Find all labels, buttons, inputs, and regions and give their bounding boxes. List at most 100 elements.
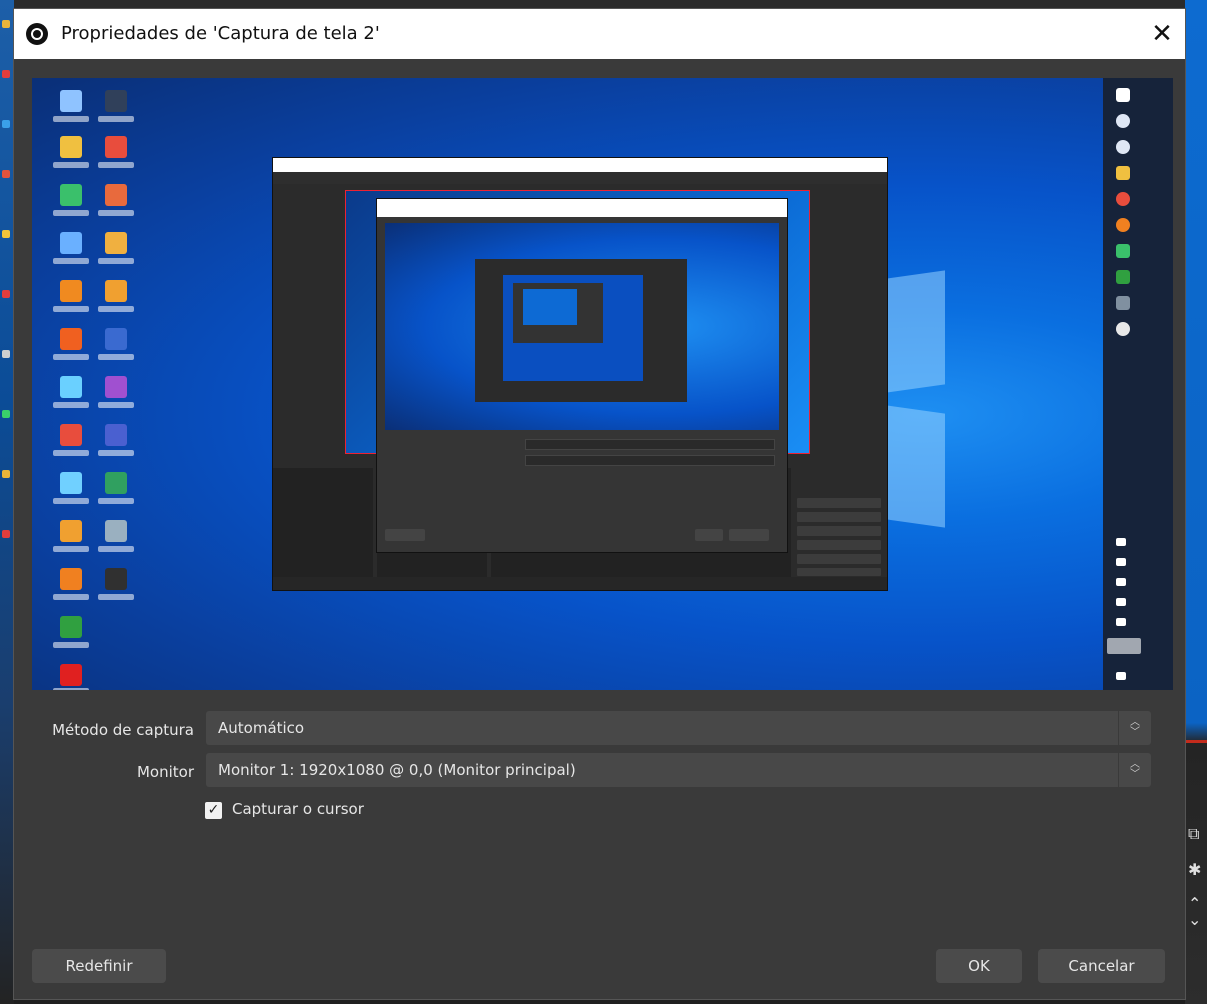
background-bottom-strip [14,1000,1185,1004]
desktop-icon [60,664,82,686]
nested-control-button [797,498,881,508]
nested-control-button [797,554,881,564]
desktop-icon [60,184,82,206]
nested-button [695,529,723,541]
gear-icon: ✱ [1188,860,1202,879]
capture-cursor-checkbox[interactable]: ✓ [205,802,222,819]
desktop-icon [105,136,127,158]
desktop-icon [60,472,82,494]
chrome-icon [1116,192,1130,206]
close-button[interactable]: ✕ [1139,9,1185,59]
chevron-up-down-icon: ︿ ﹀ [1118,753,1151,787]
desktop-icon-fragment [2,20,10,28]
desktop-icon-fragment [2,230,10,238]
desktop-icon [60,232,82,254]
desktop-icon-fragment [2,470,10,478]
desktop-icon [105,90,127,112]
dock-icon: ⧉ [1188,824,1200,843]
desktop-icon-fragment [2,70,10,78]
chevron-down-icon: ⌄ [1188,910,1202,929]
nested-dialog-preview [385,223,779,430]
title-bar: Propriedades de 'Captura de tela 2' ✕ [14,9,1185,59]
desktop-icon [105,232,127,254]
nested-control-button [797,526,881,536]
window-title: Propriedades de 'Captura de tela 2' [61,23,380,44]
nested-control-button [797,568,881,576]
background-desktop-left [0,0,14,1004]
desktop-icon-fragment [2,410,10,418]
capture-method-label: Método de captura [52,721,194,739]
nested-obs-window [273,158,887,590]
obs-taskbar-icon [1116,322,1130,336]
tray-icon [1116,578,1126,586]
desktop-icon-fragment [2,530,10,538]
nested-title-bar [273,158,887,172]
desktop-icon [60,424,82,446]
app-icon [1116,296,1130,310]
nested-control-button [797,540,881,550]
desktop-icon [60,568,82,590]
desktop-icon [60,90,82,112]
nested-button [729,529,769,541]
nested-scenes-panel [273,468,373,577]
start-icon [1116,88,1130,102]
nested-menu-bar [273,172,887,184]
firefox-icon [1116,218,1130,232]
task-view-icon [1116,140,1130,154]
desktop-icon [105,520,127,542]
desktop-icon [60,280,82,302]
tray-icon [1116,618,1126,626]
nested-combo [525,439,775,450]
background-red-line [1185,740,1207,743]
nested-deeper-preview [523,289,577,325]
capture-method-select[interactable]: Automático ︿ ﹀ [206,711,1151,745]
taskbar-clock [1107,638,1141,654]
desktop-capture-preview [32,78,1173,690]
desktop-icon [60,328,82,350]
desktop-icon-fragment [2,120,10,128]
explorer-icon [1116,166,1130,180]
background-window-right: ⧉ ✱ ⌃ ⌄ [1185,0,1207,1004]
desktop-icon [105,568,127,590]
monitor-label: Monitor [136,763,194,781]
nested-control-button [797,512,881,522]
nested-status-bar [273,577,887,590]
nested-combo [525,455,775,466]
tray-icon [1116,558,1126,566]
capture-cursor-label[interactable]: Capturar o cursor [232,800,364,818]
obs-logo-icon [26,23,48,45]
ok-button[interactable]: OK [936,949,1022,983]
capture-preview [32,78,1173,690]
desktop-icon-fragment [2,350,10,358]
desktop-icon [60,136,82,158]
notification-icon [1116,672,1126,680]
tray-icon [1116,538,1126,546]
cancel-button[interactable]: Cancelar [1038,949,1165,983]
chevron-up-down-icon: ︿ ﹀ [1118,711,1151,745]
monitor-select[interactable]: Monitor 1: 1920x1080 @ 0,0 (Monitor prin… [206,753,1151,787]
nested-deeper-window [475,259,687,402]
desktop-icon-fragment [2,290,10,298]
app-icon [1116,244,1130,258]
properties-dialog: Propriedades de 'Captura de tela 2' ✕ Mé… [14,9,1185,999]
desktop-icon [105,472,127,494]
nested-button [385,529,425,541]
desktop-icon [60,616,82,638]
desktop-icon [60,520,82,542]
nested-dialog-title [377,199,787,217]
app-icon [1116,270,1130,284]
reset-button[interactable]: Redefinir [32,949,166,983]
search-icon [1116,114,1130,128]
tray-icon [1116,598,1126,606]
desktop-icon [105,424,127,446]
capture-method-value: Automático [218,719,305,737]
desktop-icon [105,184,127,206]
desktop-icon [60,376,82,398]
desktop-icon-fragment [2,170,10,178]
nested-properties-dialog [377,199,787,552]
desktop-icon [105,376,127,398]
windows-taskbar [1103,78,1173,690]
monitor-value: Monitor 1: 1920x1080 @ 0,0 (Monitor prin… [218,761,576,779]
desktop-icon [105,280,127,302]
desktop-icon [105,328,127,350]
